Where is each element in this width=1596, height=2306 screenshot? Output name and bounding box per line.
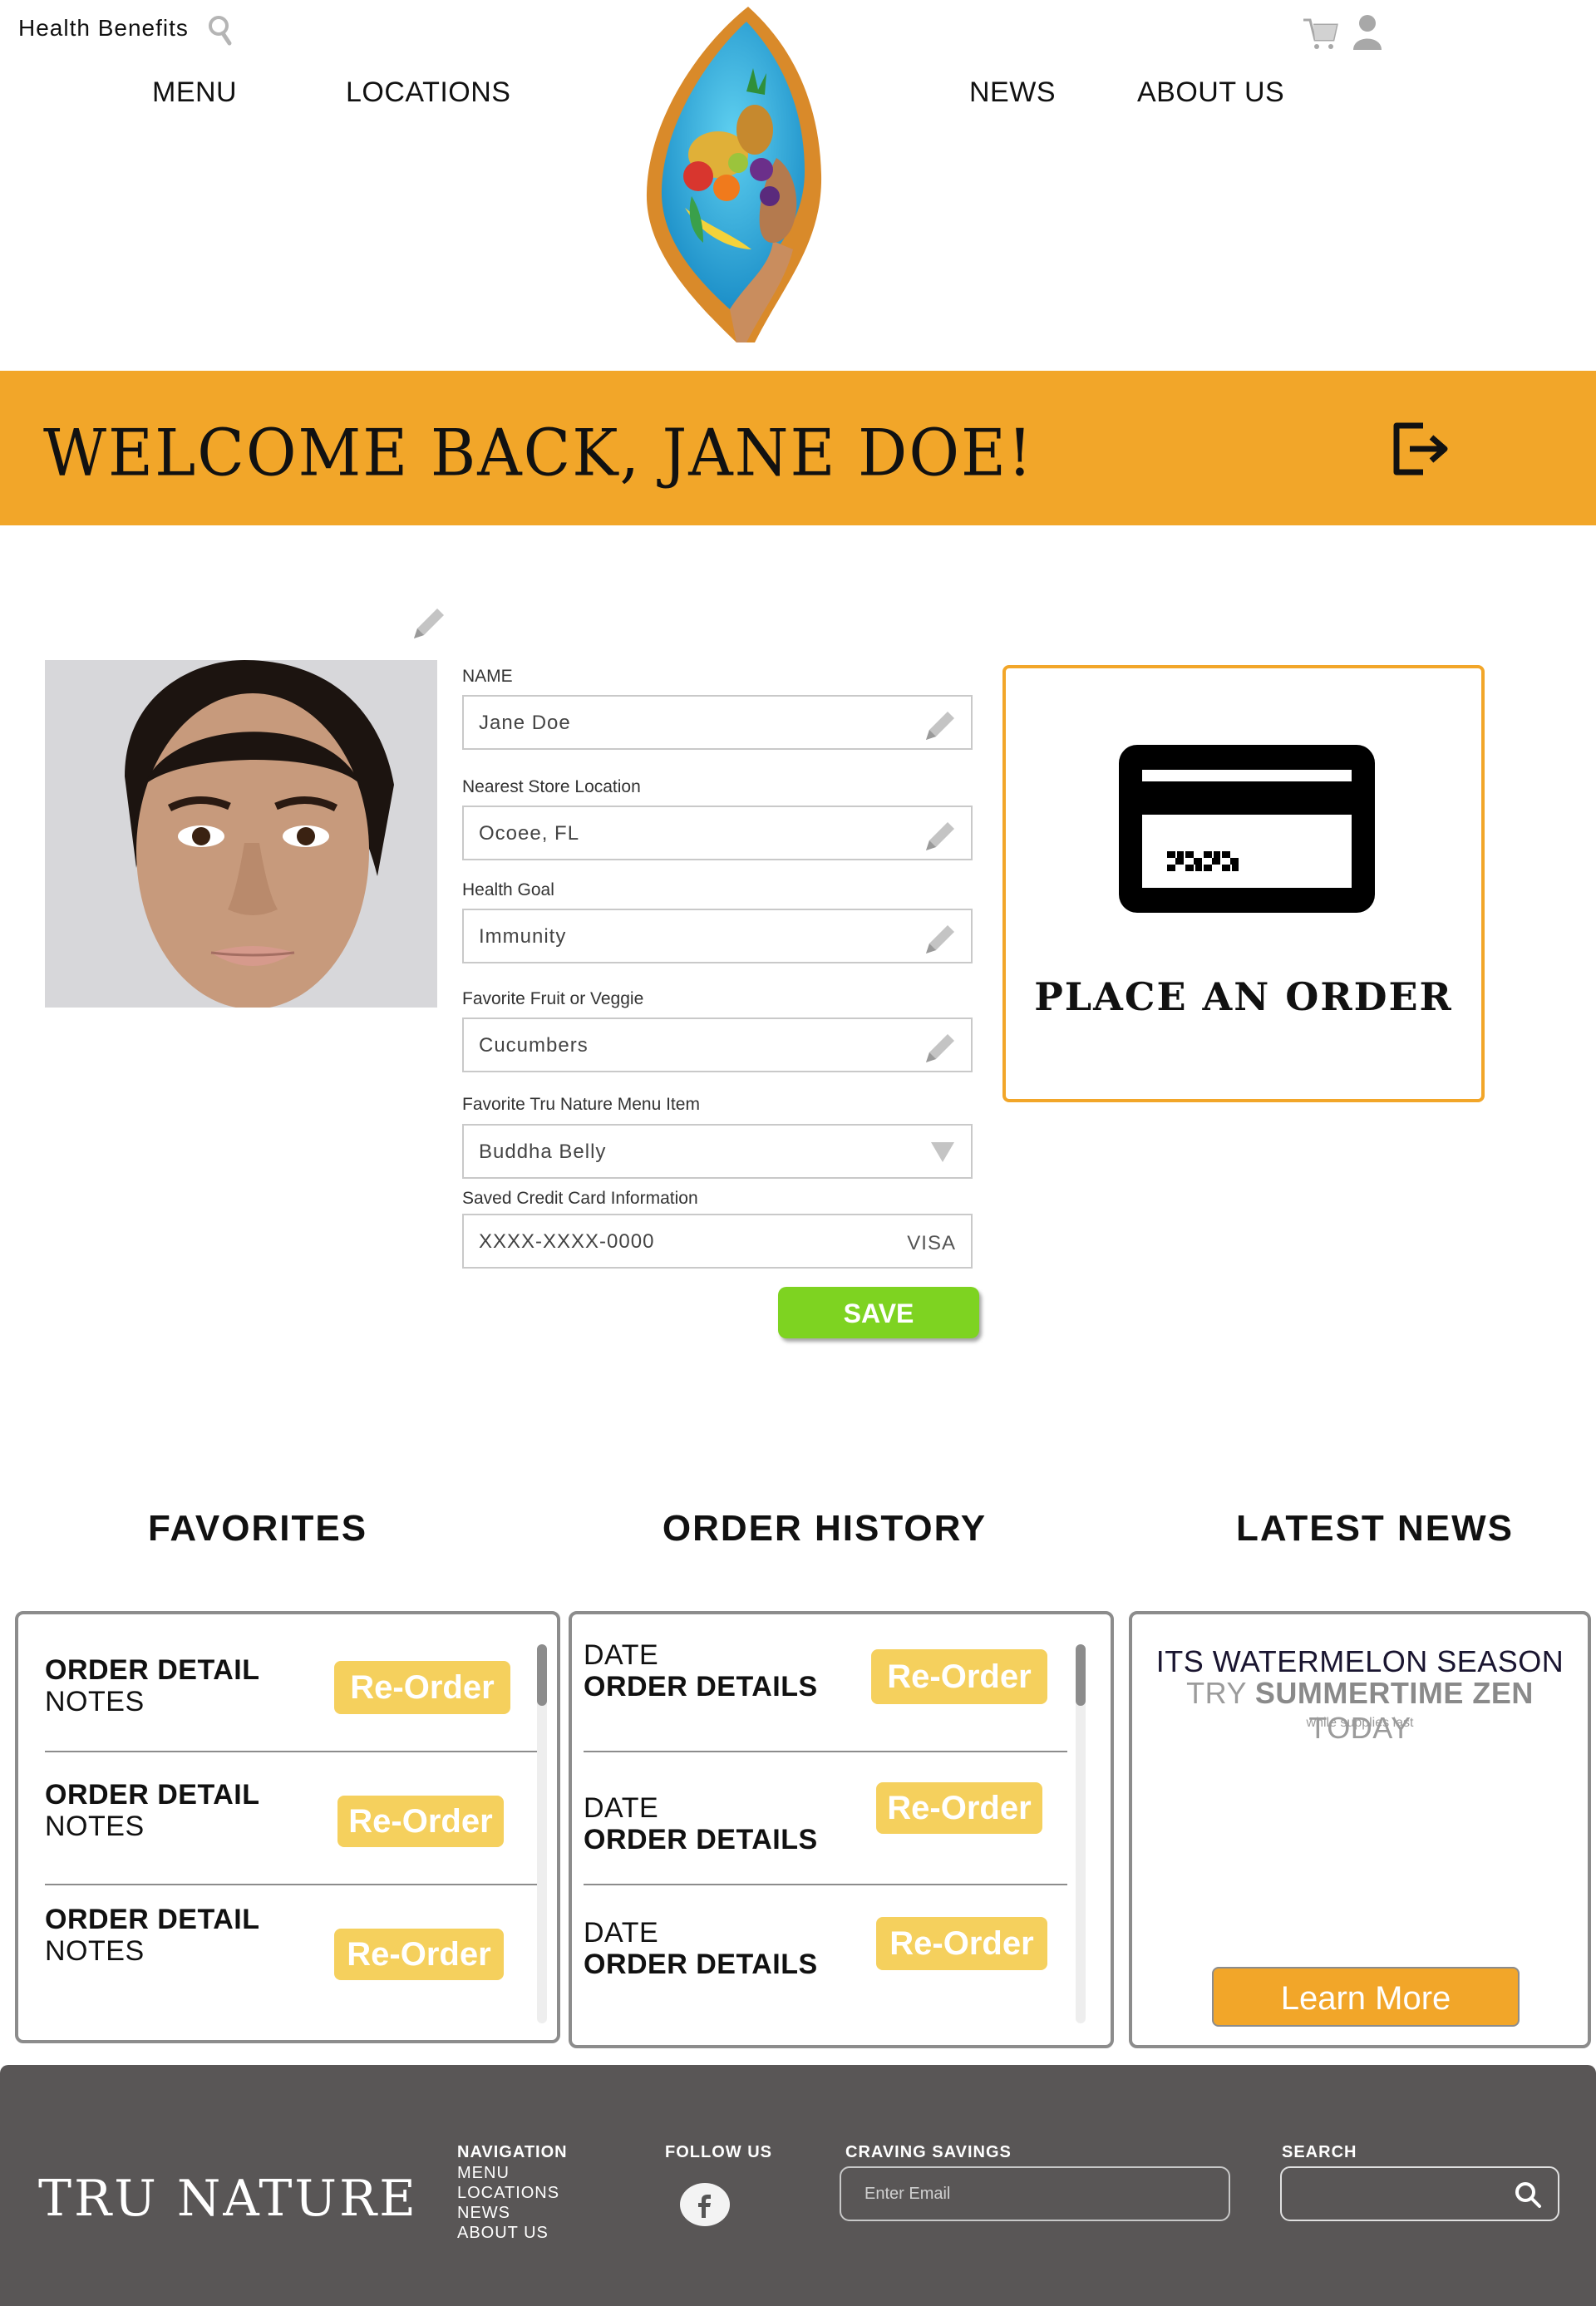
footer-brand: TRU NATURE: [38, 2170, 418, 2228]
order-date: DATE: [584, 1917, 659, 1949]
reorder-button[interactable]: Re-Order: [334, 1929, 504, 1980]
scrollbar-thumb[interactable]: [1076, 1644, 1086, 1706]
user-account-icon[interactable]: [1352, 13, 1383, 50]
footer-search-heading: SEARCH: [1282, 2143, 1357, 2161]
health-goal-value: Immunity: [479, 925, 567, 948]
dropdown-arrow-icon[interactable]: [929, 1141, 956, 1164]
logout-icon[interactable]: [1390, 419, 1453, 479]
search-icon[interactable]: [206, 13, 234, 47]
divider: [584, 1751, 1067, 1752]
order-date: DATE: [584, 1639, 659, 1671]
name-value: Jane Doe: [479, 712, 571, 734]
nav-about-us[interactable]: ABOUT US: [1137, 76, 1284, 109]
reorder-button[interactable]: Re-Order: [337, 1796, 504, 1847]
footer-link-menu[interactable]: MENU: [457, 2163, 510, 2183]
store-location-value: Ocoee, FL: [479, 822, 580, 845]
favorites-panel: ORDER DETAIL NOTES Re-Order ORDER DETAIL…: [15, 1611, 560, 2043]
tru-nature-logo[interactable]: [605, 0, 871, 345]
store-location-field[interactable]: Ocoee, FL: [462, 806, 973, 860]
favorite-notes: NOTES: [45, 1811, 145, 1842]
favorites-heading: FAVORITES: [147, 1508, 368, 1549]
place-order-card[interactable]: PLACE AN ORDER: [1002, 665, 1485, 1102]
favorite-fruit-field[interactable]: Cucumbers: [462, 1017, 973, 1072]
health-goal-label: Health Goal: [462, 880, 554, 899]
credit-card-label: Saved Credit Card Information: [462, 1189, 698, 1208]
credit-card-field[interactable]: XXXX-XXXX-0000 VISA: [462, 1214, 973, 1269]
footer-follow-heading: FOLLOW US: [665, 2143, 772, 2161]
reorder-button[interactable]: Re-Order: [871, 1649, 1047, 1704]
credit-card-value: XXXX-XXXX-0000: [479, 1230, 655, 1253]
footer-navigation-heading: NAVIGATION: [457, 2143, 568, 2161]
health-benefits-link[interactable]: Health Benefits: [18, 15, 189, 42]
news-disclaimer: while supplies last: [1306, 1716, 1414, 1730]
learn-more-button[interactable]: Learn More: [1212, 1967, 1520, 2027]
favorite-menu-item-value: Buddha Belly: [479, 1141, 607, 1163]
favorite-fruit-value: Cucumbers: [479, 1034, 589, 1057]
latest-news-panel: ITS WATERMELON SEASON TRY SUMMERTIME ZEN…: [1129, 1611, 1591, 2048]
name-label: NAME: [462, 667, 513, 686]
order-details: ORDER DETAILS: [584, 1671, 818, 1702]
health-goal-field[interactable]: Immunity: [462, 909, 973, 963]
footer-link-about-us[interactable]: ABOUT US: [457, 2223, 549, 2243]
edit-pencil-icon[interactable]: [923, 707, 959, 743]
favorite-menu-item-label: Favorite Tru Nature Menu Item: [462, 1095, 700, 1114]
edit-pencil-icon[interactable]: [923, 1029, 959, 1066]
divider: [45, 1884, 544, 1885]
news-subline: TRY SUMMERTIME ZEN TODAY: [1132, 1676, 1588, 1746]
footer-link-locations[interactable]: LOCATIONS: [457, 2183, 559, 2203]
facebook-icon[interactable]: [680, 2183, 730, 2226]
footer-link-news[interactable]: NEWS: [457, 2203, 510, 2223]
edit-pencil-icon[interactable]: [923, 920, 959, 957]
search-icon[interactable]: [1513, 2180, 1543, 2210]
email-input[interactable]: Enter Email: [840, 2166, 1230, 2221]
reorder-button[interactable]: Re-Order: [876, 1917, 1047, 1970]
favorite-title: ORDER DETAIL: [45, 1654, 260, 1686]
credit-card-icon: [1119, 745, 1375, 913]
favorite-notes: NOTES: [45, 1935, 145, 1967]
favorite-fruit-label: Favorite Fruit or Veggie: [462, 989, 644, 1008]
nav-news[interactable]: NEWS: [969, 76, 1056, 109]
news-product-name: SUMMERTIME ZEN: [1254, 1676, 1534, 1710]
reorder-button[interactable]: Re-Order: [334, 1661, 510, 1714]
order-date: DATE: [584, 1792, 659, 1824]
order-history-heading: ORDER HISTORY: [662, 1508, 988, 1549]
divider: [584, 1884, 1067, 1885]
footer-search-input[interactable]: [1280, 2166, 1559, 2221]
cart-icon[interactable]: [1302, 15, 1338, 52]
divider: [45, 1751, 544, 1752]
name-field[interactable]: Jane Doe: [462, 695, 973, 750]
store-location-label: Nearest Store Location: [462, 777, 641, 796]
favorite-title: ORDER DETAIL: [45, 1904, 260, 1935]
order-details: ORDER DETAILS: [584, 1824, 818, 1855]
profile-photo: [45, 660, 437, 1008]
latest-news-heading: LATEST NEWS: [1235, 1508, 1515, 1549]
favorite-menu-item-select[interactable]: Buddha Belly: [462, 1124, 973, 1179]
order-details: ORDER DETAILS: [584, 1949, 818, 1980]
save-button[interactable]: SAVE: [778, 1287, 979, 1338]
news-subline-pre: TRY: [1186, 1676, 1255, 1710]
footer-savings-heading: CRAVING SAVINGS: [845, 2143, 1012, 2161]
order-history-panel: DATE ORDER DETAILS Re-Order DATE ORDER D…: [569, 1611, 1114, 2048]
scrollbar-thumb[interactable]: [537, 1644, 547, 1706]
reorder-button[interactable]: Re-Order: [876, 1782, 1042, 1834]
favorite-notes: NOTES: [45, 1686, 145, 1717]
news-headline: ITS WATERMELON SEASON: [1155, 1644, 1564, 1678]
favorite-title: ORDER DETAIL: [45, 1779, 260, 1811]
nav-locations[interactable]: LOCATIONS: [346, 76, 510, 109]
edit-photo-pencil-icon[interactable]: [407, 604, 449, 645]
place-order-label: PLACE AN ORDER: [1034, 974, 1453, 1019]
edit-pencil-icon[interactable]: [923, 817, 959, 854]
nav-menu[interactable]: MENU: [152, 76, 237, 109]
card-type: VISA: [907, 1232, 956, 1254]
welcome-heading: WELCOME BACK, JANE DOE!: [43, 415, 1034, 491]
